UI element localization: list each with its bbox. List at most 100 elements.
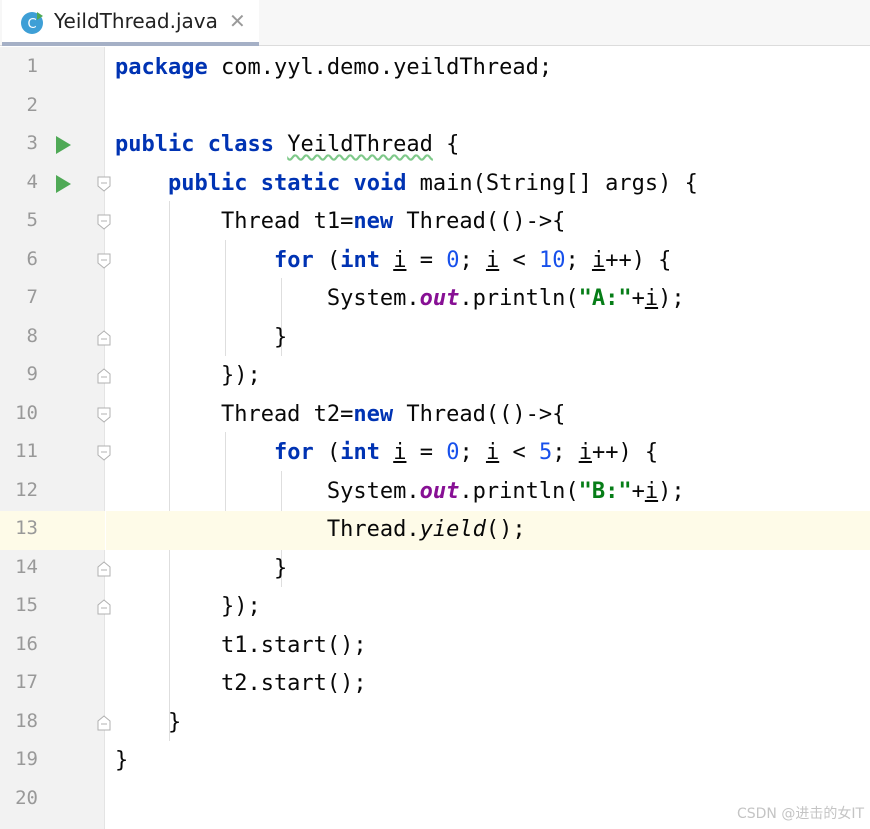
code-text: package com.yyl.demo.yeildThread;	[115, 54, 552, 82]
code-token: 5	[538, 440, 553, 465]
code-line[interactable]: 7 System.out.println("A:"+i);	[0, 280, 870, 319]
code-token: System.	[115, 286, 420, 311]
code-editor[interactable]: 1 package com.yyl.demo.yeildThread; 2 3 publ…	[0, 47, 870, 829]
code-token: 0	[446, 247, 460, 273]
code-token: }	[115, 709, 182, 735]
code-line[interactable]: 8 }	[0, 319, 870, 358]
fold-open-icon[interactable]	[97, 445, 111, 461]
code-token: );	[658, 286, 685, 311]
code-token: yield	[419, 517, 486, 542]
tab-filename: YeildThread.java	[54, 9, 218, 33]
line-number: 17	[15, 671, 38, 693]
fold-close-icon[interactable]	[97, 368, 111, 384]
code-token: .println(	[459, 478, 579, 504]
code-token: t2.start();	[115, 671, 367, 696]
code-token: Thread t1=	[115, 209, 354, 234]
code-token: ++) {	[605, 247, 672, 273]
code-text: t1.start();	[115, 632, 367, 660]
fold-open-icon[interactable]	[97, 407, 111, 423]
code-token: (	[313, 440, 341, 465]
fold-open-icon[interactable]	[97, 214, 111, 230]
code-token: com.yyl.demo.yeildThread;	[207, 55, 553, 80]
code-line[interactable]: 11 for (int i = 0; i < 5; i++) {	[0, 434, 870, 473]
code-token: i	[578, 440, 592, 465]
code-text: }	[115, 324, 287, 352]
code-text: }	[115, 555, 287, 583]
line-number: 6	[26, 247, 38, 270]
code-token: Thread(()->{	[393, 401, 566, 427]
code-token: "A:"	[578, 286, 632, 311]
line-number: 10	[15, 401, 38, 424]
code-line[interactable]: 19}	[0, 742, 870, 781]
code-token: .println(	[459, 286, 579, 311]
code-token: System.	[115, 478, 420, 504]
code-token: int	[340, 440, 380, 465]
run-icon[interactable]	[56, 136, 71, 154]
editor-tab-bar: C YeildThread.java ✕	[0, 0, 870, 46]
code-line[interactable]: 3 public class YeildThread {	[0, 126, 870, 165]
line-number: 12	[15, 478, 38, 501]
run-icon[interactable]	[56, 174, 71, 193]
code-line[interactable]: 16 t1.start();	[0, 627, 870, 666]
code-token: void	[353, 170, 407, 196]
code-token: (	[313, 247, 341, 273]
line-number: 2	[26, 93, 38, 116]
code-text: public class YeildThread {	[115, 131, 459, 159]
code-line[interactable]: 18 }	[0, 704, 870, 743]
code-text: }	[115, 747, 128, 775]
code-token: for	[273, 440, 314, 465]
code-token: 0	[446, 440, 460, 465]
code-token: ();	[485, 517, 526, 542]
code-token: ;	[459, 440, 486, 465]
fold-open-icon[interactable]	[97, 253, 111, 269]
code-token: Thread(()->{	[393, 209, 566, 234]
code-token: <	[499, 440, 539, 465]
code-text: public static void main(String[] args) {	[115, 170, 698, 198]
code-token: +	[631, 286, 645, 311]
code-line[interactable]: 6 for (int i = 0; i < 10; i++) {	[0, 242, 870, 281]
code-token: i	[393, 247, 407, 273]
code-token: {	[432, 132, 460, 157]
code-token: static	[260, 170, 341, 196]
fold-close-icon[interactable]	[97, 560, 111, 577]
code-token: ;	[565, 247, 592, 273]
line-number: 8	[26, 324, 38, 347]
fold-close-icon[interactable]	[97, 329, 111, 346]
code-token: =	[406, 440, 447, 465]
svg-text:C: C	[27, 17, 36, 32]
code-line[interactable]: 9 });	[0, 357, 870, 396]
code-token: Thread t2=	[115, 401, 354, 427]
code-line[interactable]: 14 }	[0, 550, 870, 589]
close-tab-icon[interactable]: ✕	[229, 8, 246, 34]
code-line[interactable]: 10 Thread t2=new Thread(()->{	[0, 396, 870, 435]
code-line[interactable]: 12 System.out.println("B:"+i);	[0, 473, 870, 512]
code-line[interactable]: 17 t2.start();	[0, 665, 870, 704]
code-line[interactable]: 4 public static void main(String[] args)…	[0, 165, 870, 204]
line-number: 16	[15, 632, 38, 655]
code-token: 10	[538, 247, 566, 273]
fold-close-icon[interactable]	[97, 599, 111, 615]
code-token: public	[115, 132, 195, 157]
code-token: =	[406, 247, 447, 273]
code-line[interactable]: 1 package com.yyl.demo.yeildThread;	[0, 49, 870, 88]
code-token: }	[115, 324, 288, 350]
editor-tab[interactable]: C YeildThread.java ✕	[2, 0, 259, 46]
line-number: 14	[15, 555, 38, 578]
code-token: new	[353, 401, 394, 427]
code-line[interactable]: 15 });	[0, 588, 870, 627]
fold-close-icon[interactable]	[97, 714, 111, 731]
code-text: });	[115, 362, 261, 390]
line-number: 3	[26, 132, 38, 154]
code-text: Thread t2=new Thread(()->{	[115, 401, 565, 429]
code-line[interactable]: 2	[0, 88, 870, 127]
fold-open-icon[interactable]	[97, 176, 111, 192]
code-line[interactable]: 5 Thread t1=new Thread(()->{	[0, 203, 870, 242]
code-token: i	[393, 440, 407, 465]
code-line[interactable]: 13 Thread.yield();	[0, 511, 870, 550]
